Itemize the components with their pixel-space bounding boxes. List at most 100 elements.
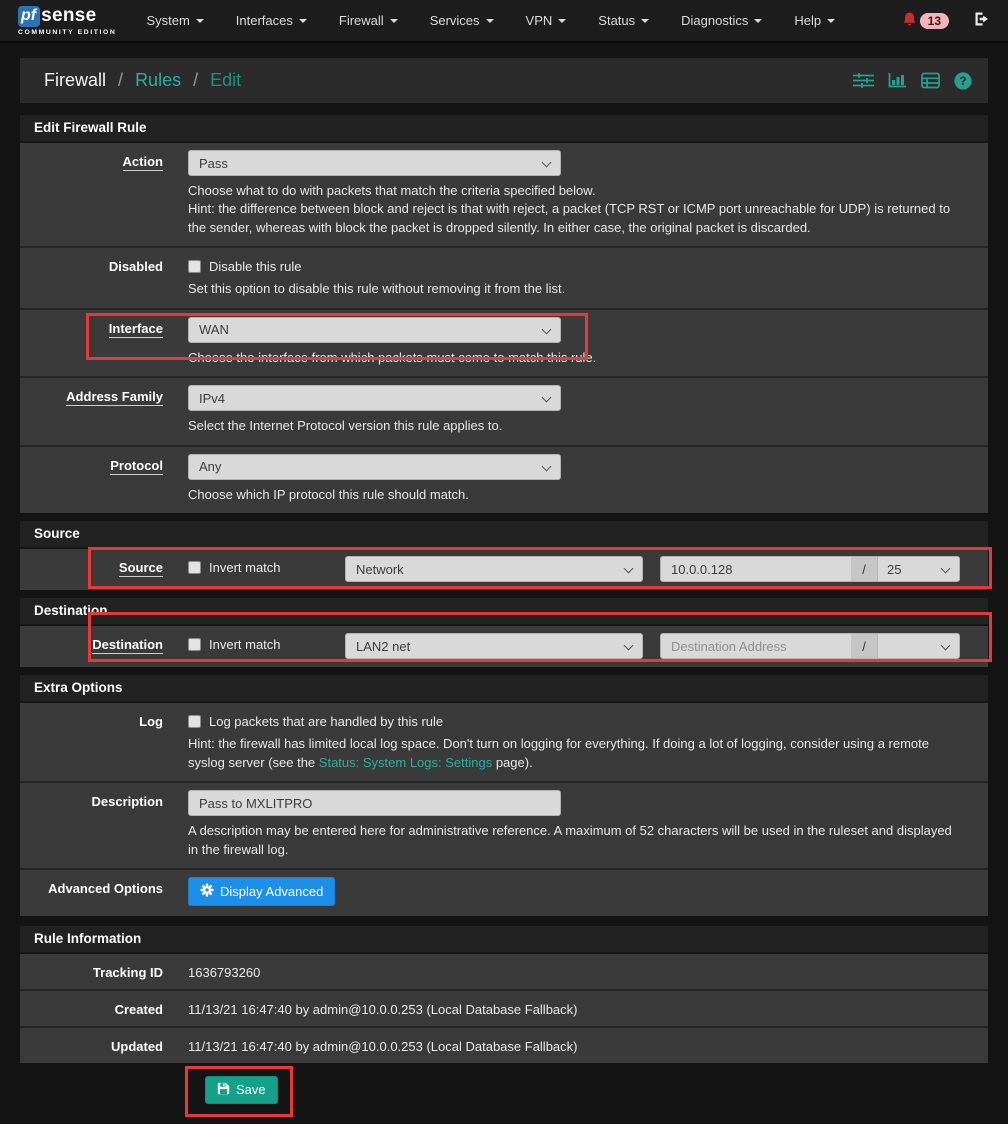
log-row: Log Log packets that are handled by this… (20, 703, 988, 783)
disable-rule-checkbox[interactable] (188, 260, 201, 273)
interface-select[interactable]: WAN (188, 317, 561, 343)
breadcrumb-bar: Firewall / Rules / Edit (20, 58, 988, 103)
interface-row: Interface WAN Choose the interface from … (20, 310, 988, 378)
breadcrumb: Firewall / Rules / Edit (44, 70, 241, 91)
pfsense-logo[interactable]: pf sense COMMUNITY EDITION (18, 5, 116, 36)
chevron-down-icon (542, 461, 552, 471)
description-row: Description A description may be entered… (20, 783, 988, 870)
svg-text:?: ? (959, 76, 966, 88)
rule-information-panel: Rule Information Tracking ID 1636793260 … (20, 926, 988, 1063)
chevron-down-icon (624, 564, 634, 574)
nav-item-label: VPN (526, 13, 553, 28)
description-help: A description may be entered here for ad… (188, 822, 955, 859)
save-button[interactable]: Save (205, 1076, 278, 1104)
select-value: 25 (887, 562, 901, 577)
floppy-save-icon (217, 1082, 230, 1098)
nav-item-help[interactable]: Help (778, 0, 851, 42)
nav-item-firewall[interactable]: Firewall (323, 0, 414, 42)
panel-title: Edit Firewall Rule (20, 115, 988, 143)
action-help: Choose what to do with packets that matc… (188, 182, 955, 237)
log-packets-checkbox-label: Log packets that are handled by this rul… (209, 714, 443, 729)
panel-title: Source (20, 521, 988, 549)
chevron-down-icon (196, 19, 204, 23)
chevron-down-icon (754, 19, 762, 23)
filter-sliders-icon[interactable] (853, 72, 874, 89)
logo-sense-text: sense (41, 5, 96, 27)
logo-pf-mark: pf (18, 6, 40, 27)
help-icon[interactable]: ? (954, 72, 972, 90)
protocol-select[interactable]: Any (188, 454, 561, 480)
select-value: Any (199, 459, 221, 474)
action-label: Action (123, 154, 163, 171)
action-select[interactable]: Pass (188, 150, 561, 176)
chevron-down-icon (558, 19, 566, 23)
protocol-label: Protocol (110, 458, 163, 475)
source-row: Source Invert match Network / 25 (20, 549, 988, 590)
edit-firewall-rule-panel: Edit Firewall Rule Action Pass Choose wh… (20, 115, 988, 513)
source-label: Source (119, 560, 163, 577)
source-mask-select[interactable]: 25 (877, 556, 960, 582)
interface-help: Choose the interface from which packets … (188, 349, 955, 367)
log-packets-checkbox[interactable] (188, 715, 201, 728)
breadcrumb-firewall[interactable]: Firewall (44, 70, 106, 90)
nav-item-status[interactable]: Status (582, 0, 665, 42)
table-icon[interactable] (921, 72, 940, 89)
chevron-down-icon (941, 641, 951, 651)
nav-item-vpn[interactable]: VPN (510, 0, 583, 42)
address-family-select[interactable]: IPv4 (188, 385, 561, 411)
select-value: LAN2 net (356, 639, 410, 654)
log-help: Hint: the firewall has limited local log… (188, 735, 955, 772)
chevron-down-icon (542, 393, 552, 403)
created-value: 11/13/21 16:47:40 by admin@10.0.0.253 (L… (188, 998, 973, 1017)
source-address-input[interactable] (660, 556, 851, 582)
bar-chart-icon[interactable] (888, 72, 907, 89)
disabled-help: Set this option to disable this rule wit… (188, 280, 955, 298)
nav-menu: System Interfaces Firewall Services VPN … (130, 0, 851, 42)
sign-out-icon (973, 11, 990, 30)
nav-item-services[interactable]: Services (414, 0, 510, 42)
breadcrumb-rules[interactable]: Rules (135, 70, 181, 90)
select-value: IPv4 (199, 391, 225, 406)
destination-invert-checkbox[interactable] (188, 638, 201, 651)
disabled-label: Disabled (109, 259, 163, 274)
destination-mask-select[interactable] (877, 633, 960, 659)
display-advanced-button[interactable]: Display Advanced (188, 877, 335, 906)
mask-separator: / (851, 556, 877, 582)
nav-item-system[interactable]: System (130, 0, 219, 42)
destination-address-input[interactable] (660, 633, 851, 659)
nav-item-label: Status (598, 13, 635, 28)
updated-value: 11/13/21 16:47:40 by admin@10.0.0.253 (L… (188, 1035, 973, 1054)
protocol-help: Choose which IP protocol this rule shoul… (188, 486, 955, 504)
nav-item-diagnostics[interactable]: Diagnostics (665, 0, 778, 42)
disabled-row: Disabled Disable this rule Set this opti… (20, 248, 988, 309)
interface-label: Interface (109, 321, 163, 338)
nav-item-interfaces[interactable]: Interfaces (220, 0, 323, 42)
source-type-select[interactable]: Network (345, 556, 643, 582)
nav-item-label: Diagnostics (681, 13, 748, 28)
breadcrumb-separator: / (118, 70, 123, 90)
source-invert-label: Invert match (209, 560, 281, 575)
nav-item-label: Interfaces (236, 13, 293, 28)
destination-type-select[interactable]: LAN2 net (345, 633, 643, 659)
mask-separator: / (851, 633, 877, 659)
destination-label: Destination (92, 637, 163, 654)
action-row: Action Pass Choose what to do with packe… (20, 143, 988, 248)
chevron-down-icon (827, 19, 835, 23)
source-invert-checkbox[interactable] (188, 561, 201, 574)
created-row: Created 11/13/21 16:47:40 by admin@10.0.… (20, 991, 988, 1028)
address-family-row: Address Family IPv4 Select the Internet … (20, 378, 988, 446)
notifications-button[interactable]: 13 (902, 11, 949, 31)
updated-label: Updated (111, 1039, 163, 1054)
nav-item-label: System (146, 13, 189, 28)
chevron-down-icon (641, 19, 649, 23)
advanced-options-label: Advanced Options (48, 881, 163, 896)
logo-edition-text: COMMUNITY EDITION (18, 29, 116, 36)
notification-count-badge: 13 (920, 13, 949, 29)
description-input[interactable] (188, 790, 561, 816)
save-button-label: Save (236, 1082, 266, 1097)
logout-button[interactable] (973, 11, 990, 30)
chevron-down-icon (390, 19, 398, 23)
system-logs-settings-link[interactable]: Status: System Logs: Settings (319, 755, 492, 770)
chevron-down-icon (542, 324, 552, 334)
destination-row: Destination Invert match LAN2 net / (20, 626, 988, 667)
